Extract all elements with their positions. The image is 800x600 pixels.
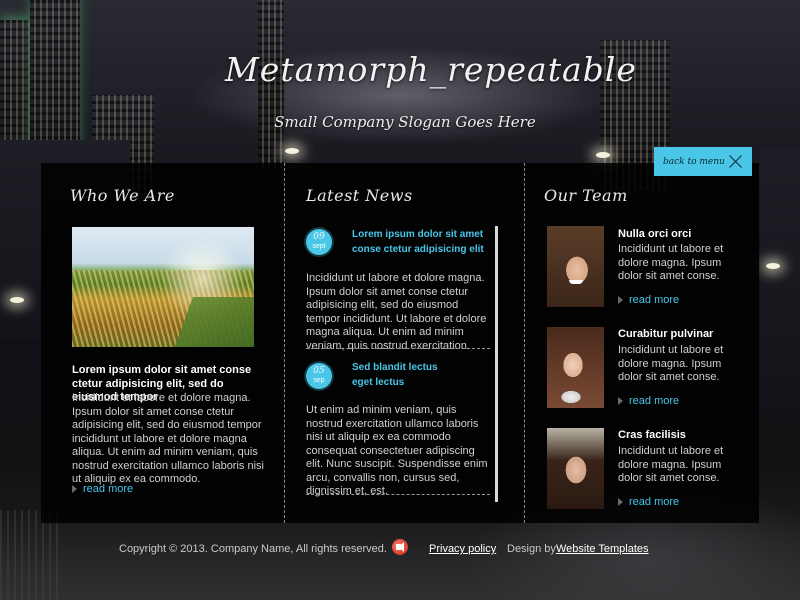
smile [569,280,583,284]
team-read-more-link[interactable]: read more [618,395,679,407]
news-title-line: Sed blandit lectus [352,362,438,373]
design-by-label: Design by [507,543,556,555]
team-read-more-link[interactable]: read more [618,294,679,306]
building [760,150,800,410]
latest-news-heading: Latest News [306,186,413,205]
close-icon [728,153,742,169]
speaker-cone [399,542,404,552]
news-separator [306,494,490,495]
who-we-are-heading: Who We Are [70,186,175,205]
team-read-more-link[interactable]: read more [618,496,679,508]
team-member-text: Incididunt ut labore et dolore magna. Ip… [618,243,724,282]
read-more-label: read more [629,294,680,306]
news-body: Incididunt ut labore et dolore magna. Ip… [306,272,487,352]
news-day: 09 [313,232,325,242]
read-more-label: read more [83,483,134,495]
privacy-policy-link[interactable]: Privacy policy [429,543,496,555]
news-month: sept [312,243,326,250]
arrow-right-icon [618,397,623,405]
news-date-badge: 09 sept [306,229,332,255]
arrow-right-icon [618,296,623,304]
column-divider [524,163,525,523]
team-member-photo [547,327,604,408]
team-member-text: Incididunt ut labore et dolore magna. Ip… [618,445,724,484]
news-month: sep [313,377,325,384]
copyright-text: Copyright © 2013. Company Name, All righ… [119,543,387,555]
site-slogan: Small Company Slogan Goes Here [274,113,536,131]
news-scrollbar-thumb[interactable] [495,226,498,502]
team-member-photo [547,226,604,307]
team-member-text: Incididunt ut labore et dolore magna. Ip… [618,344,724,383]
team-member-name: Nulla orci orci [618,228,692,240]
news-date-badge: 05 sep [306,363,332,389]
news-day: 05 [313,366,325,376]
street-lamp [596,152,610,158]
news-body: Ut enim ad minim veniam, quis nostrud ex… [306,404,488,497]
website-templates-link[interactable]: Website Templates [556,543,649,555]
news-title-link[interactable]: Sed blandit lectus eget lectus [352,360,492,390]
news-title-line: eget lectus [352,377,405,388]
news-scrollbar[interactable] [495,226,498,502]
read-more-label: read more [629,496,680,508]
team-member-photo [547,428,604,509]
street-lamp [285,148,299,154]
who-we-are-read-more-link[interactable]: read more [72,483,133,495]
wheat-field-photo [72,227,254,347]
news-title-link[interactable]: Lorem ipsum dolor sit amet conse ctetur … [352,227,492,257]
news-separator [306,348,490,349]
arrow-right-icon [72,485,77,493]
news-title-line: Lorem ipsum dolor sit amet [352,229,484,240]
site-title: Metamorph_repeatable [225,50,637,89]
back-to-menu-button[interactable]: back to menu [654,147,752,176]
who-we-are-body: Incididunt ut labore et dolore magna. Ip… [72,392,264,485]
news-title-line: conse ctetur adipisicing elit [352,244,484,255]
our-team-heading: Our Team [544,186,628,205]
street-lamp [10,297,24,303]
read-more-label: read more [629,395,680,407]
speaker-icon[interactable] [392,539,408,555]
team-member-name: Curabitur pulvinar [618,328,714,340]
street-lamp [766,263,780,269]
column-divider [284,163,285,523]
arrow-right-icon [618,498,623,506]
team-member-name: Cras facilisis [618,429,686,441]
back-to-menu-label: back to menu [663,156,725,167]
